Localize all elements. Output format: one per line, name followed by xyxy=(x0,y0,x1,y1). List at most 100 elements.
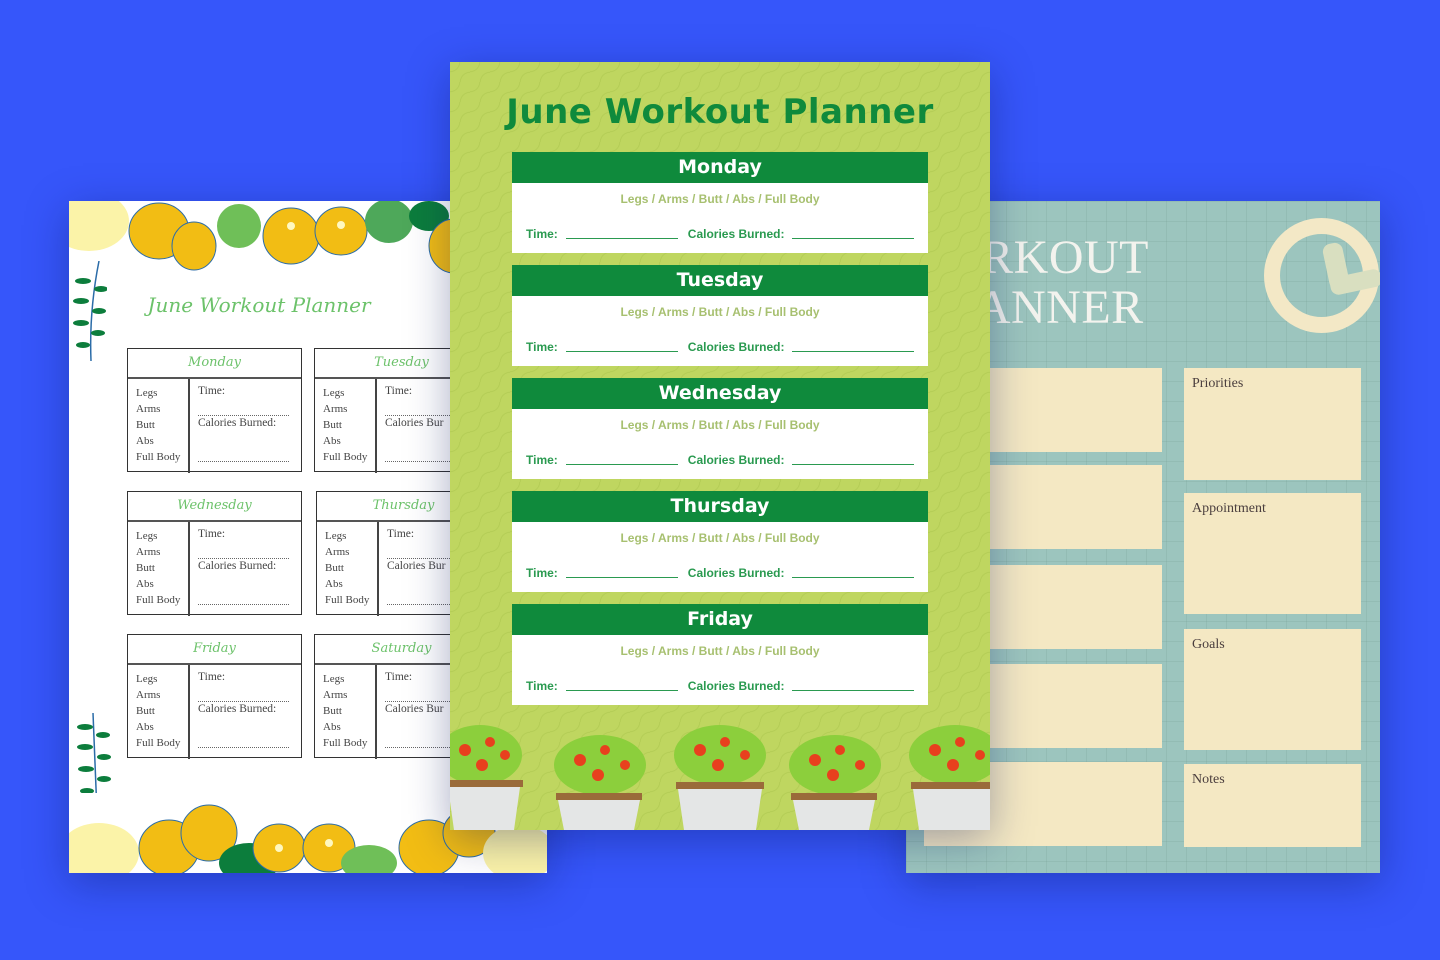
body-part: Legs xyxy=(323,387,345,399)
time-line[interactable] xyxy=(565,238,678,239)
day-name: Monday xyxy=(128,349,301,379)
day-block-wednesday: Wednesday Legs / Arms / Butt / Abs / Ful… xyxy=(512,378,928,479)
body-part: Abs xyxy=(323,435,341,447)
body-part: Arms xyxy=(136,546,161,558)
body-parts-list: Legs Arms Butt Abs Full Body xyxy=(317,522,379,616)
body-part: Abs xyxy=(136,578,154,590)
workout-categories: Legs / Arms / Butt / Abs / Full Body xyxy=(620,418,820,432)
time-label: Time: xyxy=(526,227,558,241)
body-part: Full Body xyxy=(323,737,368,749)
priorities-label: Priorities xyxy=(1192,376,1244,391)
calories-line[interactable] xyxy=(198,747,289,748)
body-part: Abs xyxy=(136,721,154,733)
body-parts-list: Legs Arms Butt Abs Full Body xyxy=(128,522,190,616)
body-part: Full Body xyxy=(323,451,368,463)
body-part: Arms xyxy=(323,403,348,415)
body-part: Arms xyxy=(325,546,350,558)
time-line[interactable] xyxy=(198,701,289,702)
flower-pot-icon xyxy=(674,725,766,830)
flower-pot-icon xyxy=(554,735,646,830)
body-part: Abs xyxy=(136,435,154,447)
body-part: Full Body xyxy=(136,737,181,749)
calories-label: Calories Burned: xyxy=(687,566,785,580)
day-block-friday: Friday Legs / Arms / Butt / Abs / Full B… xyxy=(512,604,928,705)
time-line[interactable] xyxy=(565,464,678,465)
calories-label: Calories Burned: xyxy=(198,560,277,572)
body-part: Butt xyxy=(136,562,155,574)
goals-label: Goals xyxy=(1192,637,1225,652)
workout-categories: Legs / Arms / Butt / Abs / Full Body xyxy=(620,531,820,545)
calories-line[interactable] xyxy=(792,577,914,578)
time-label: Time: xyxy=(526,340,558,354)
day-header: Wednesday xyxy=(512,378,928,409)
day-box-wednesday: Wednesday Legs Arms Butt Abs Full Body T… xyxy=(127,491,302,616)
body-part: Legs xyxy=(325,530,347,542)
body-part: Full Body xyxy=(136,594,181,606)
priorities-box: Priorities xyxy=(1184,368,1361,480)
body-part: Legs xyxy=(136,530,158,542)
day-header: Friday xyxy=(512,604,928,635)
day-block-monday: Monday Legs / Arms / Butt / Abs / Full B… xyxy=(512,152,928,253)
center-planner-template[interactable]: June Workout Planner Monday Legs / Arms … xyxy=(450,62,990,830)
calories-label: Calories Burned: xyxy=(198,417,277,429)
calories-line[interactable] xyxy=(792,690,914,691)
day-name: Friday xyxy=(128,635,301,665)
calories-label: Calories Burned: xyxy=(687,340,785,354)
day-block-tuesday: Tuesday Legs / Arms / Butt / Abs / Full … xyxy=(512,265,928,366)
flower-pots-icon xyxy=(450,725,990,830)
body-part: Butt xyxy=(323,419,342,431)
notes-box: Notes xyxy=(1184,764,1361,847)
flower-pot-icon xyxy=(909,725,990,830)
workout-categories: Legs / Arms / Butt / Abs / Full Body xyxy=(620,192,820,206)
calories-line[interactable] xyxy=(198,461,289,462)
body-part: Legs xyxy=(323,673,345,685)
goals-box: Goals xyxy=(1184,629,1361,750)
flower-pot-icon xyxy=(789,735,881,830)
day-header: Monday xyxy=(512,152,928,183)
day-header: Thursday xyxy=(512,491,928,522)
body-parts-list: Legs Arms Butt Abs Full Body xyxy=(128,665,190,759)
time-label: Time: xyxy=(198,385,226,397)
body-parts-list: Legs Arms Butt Abs Full Body xyxy=(315,379,377,473)
body-part: Arms xyxy=(323,689,348,701)
center-planner-title: June Workout Planner xyxy=(506,92,934,132)
day-box-monday: Monday Legs Arms Butt Abs Full Body Time… xyxy=(127,348,302,473)
time-label: Time: xyxy=(526,679,558,693)
workout-categories: Legs / Arms / Butt / Abs / Full Body xyxy=(620,305,820,319)
calories-line[interactable] xyxy=(792,351,914,352)
calories-line[interactable] xyxy=(792,464,914,465)
day-name: Wednesday xyxy=(128,492,301,522)
body-part: Arms xyxy=(136,689,161,701)
flower-pot-icon xyxy=(450,725,523,830)
body-part: Butt xyxy=(325,562,344,574)
time-line[interactable] xyxy=(565,351,678,352)
calories-label: Calories Burned: xyxy=(687,227,785,241)
body-part: Butt xyxy=(323,705,342,717)
time-label: Time: xyxy=(198,528,226,540)
body-part: Full Body xyxy=(136,451,181,463)
body-part: Full Body xyxy=(325,594,370,606)
body-part: Butt xyxy=(136,705,155,717)
body-part: Abs xyxy=(323,721,341,733)
calories-label: Calories Burned: xyxy=(687,453,785,467)
calories-line[interactable] xyxy=(198,604,289,605)
time-label: Time: xyxy=(198,671,226,683)
time-label: Time: xyxy=(526,566,558,580)
body-part: Butt xyxy=(136,419,155,431)
time-line[interactable] xyxy=(565,577,678,578)
day-box-friday: Friday Legs Arms Butt Abs Full Body Time… xyxy=(127,634,302,759)
time-line[interactable] xyxy=(198,558,289,559)
workout-categories: Legs / Arms / Butt / Abs / Full Body xyxy=(620,644,820,658)
calories-line[interactable] xyxy=(792,238,914,239)
body-part: Legs xyxy=(136,387,158,399)
notes-label: Notes xyxy=(1192,772,1225,787)
calories-label: Calories Burned: xyxy=(198,703,277,715)
time-line[interactable] xyxy=(198,415,289,416)
appointment-label: Appointment xyxy=(1192,501,1266,516)
body-part: Abs xyxy=(325,578,343,590)
day-block-thursday: Thursday Legs / Arms / Butt / Abs / Full… xyxy=(512,491,928,592)
body-part: Arms xyxy=(136,403,161,415)
day-header: Tuesday xyxy=(512,265,928,296)
body-parts-list: Legs Arms Butt Abs Full Body xyxy=(128,379,190,473)
time-line[interactable] xyxy=(565,690,678,691)
